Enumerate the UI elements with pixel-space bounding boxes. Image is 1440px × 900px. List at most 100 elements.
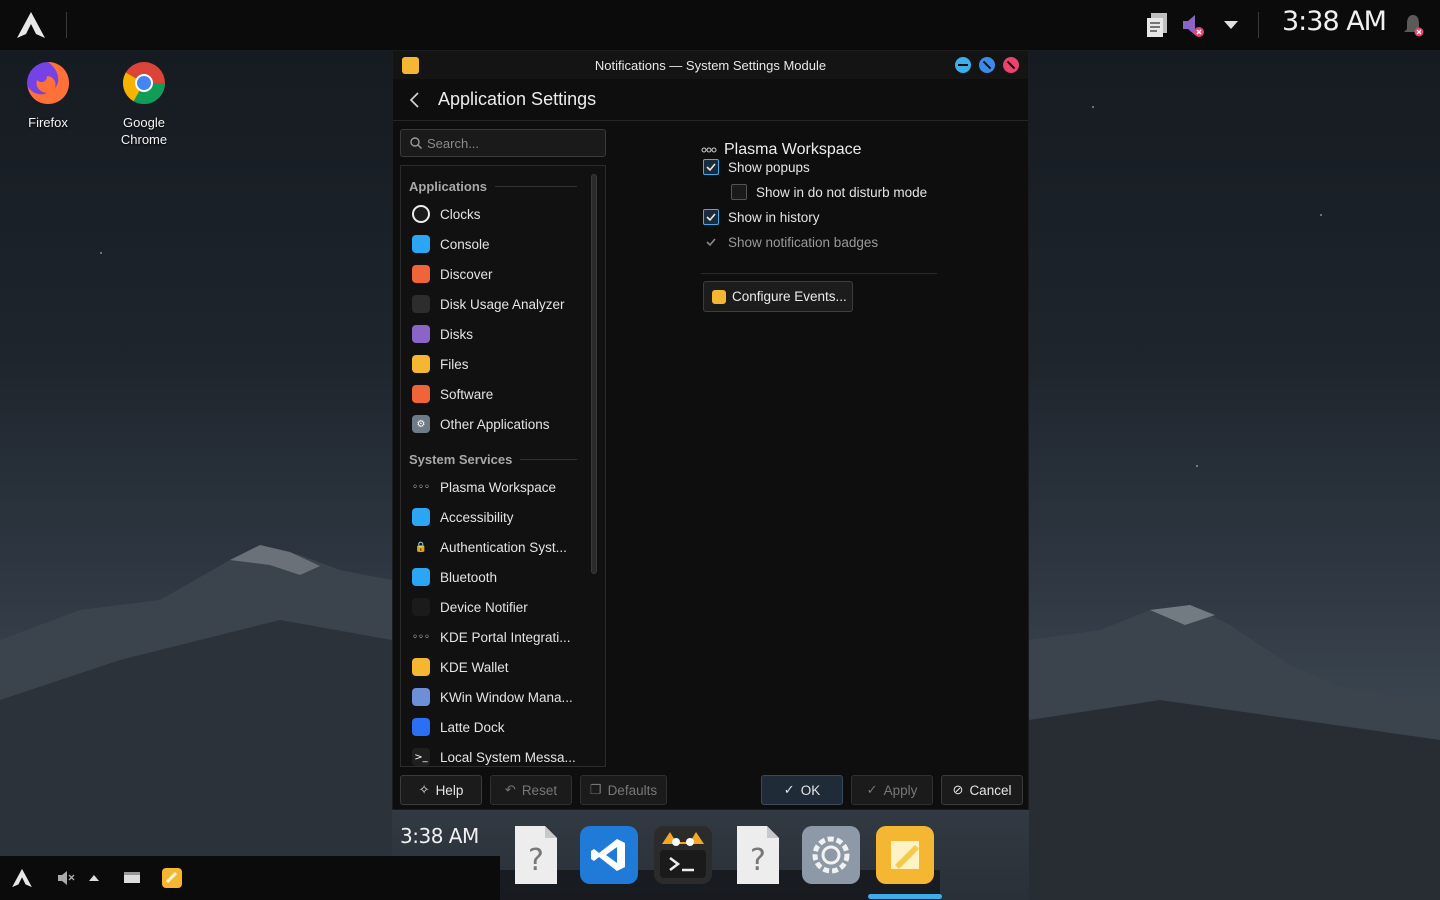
check-icon: ✓ — [783, 782, 795, 797]
software-icon — [412, 385, 430, 403]
sidebar-item-console[interactable]: Console — [401, 229, 583, 259]
panel-separator — [1258, 12, 1259, 38]
sidebar-item-discover[interactable]: Discover — [401, 259, 583, 289]
kwin-icon — [412, 688, 430, 706]
sidebar-item-other-applications[interactable]: ⚙ Other Applications — [401, 409, 583, 439]
vscode-icon — [591, 839, 625, 871]
help-button[interactable]: ✧ Help — [400, 775, 482, 805]
sidebar-item-latte-dock[interactable]: Latte Dock — [401, 712, 583, 742]
checkbox[interactable] — [731, 184, 747, 200]
dock-item-notes[interactable] — [876, 826, 934, 884]
notifications-settings-window: Notifications — System Settings Module A… — [392, 50, 1029, 810]
reset-button[interactable]: ↶ Reset — [490, 775, 572, 805]
option-show-in-do-not-disturb-mode[interactable]: Show in do not disturb mode — [731, 184, 927, 200]
lock-icon: 🔒 — [414, 541, 428, 553]
dock-clock[interactable]: 3:38 AM — [400, 824, 479, 848]
options-divider — [701, 273, 937, 274]
disks-icon — [412, 325, 430, 343]
panel-separator — [66, 12, 67, 38]
list-scrollbar[interactable] — [591, 174, 597, 574]
sidebar-item-clocks[interactable]: Clocks — [401, 199, 583, 229]
unknown-file-icon: ? — [737, 826, 779, 884]
search-box[interactable] — [400, 129, 606, 157]
sidebar-item-authentication-syst[interactable]: 🔒 Authentication Syst... — [401, 532, 583, 562]
back-button[interactable] — [403, 88, 427, 112]
desktop-icon-label: Firefox — [28, 115, 68, 130]
checkbox — [703, 234, 719, 250]
arch-logo-icon[interactable] — [14, 10, 48, 40]
terminal-icon: >_ — [412, 748, 430, 766]
dock-item-system-settings[interactable] — [802, 826, 860, 884]
dots-icon — [701, 147, 717, 153]
dots-icon: ◦◦◦ — [412, 481, 430, 493]
page-title: Application Settings — [438, 89, 597, 109]
chevron-up-icon[interactable] — [82, 866, 106, 890]
terminal-cat-icon — [660, 832, 706, 878]
desktop-icon-firefox[interactable]: Firefox — [3, 60, 93, 131]
discover-icon — [412, 265, 430, 283]
sidebar-item-bluetooth[interactable]: Bluetooth — [401, 562, 583, 592]
console-icon — [412, 235, 430, 253]
notification-bell-icon[interactable] — [1398, 10, 1428, 40]
notes-icon — [712, 289, 726, 304]
notes-icon[interactable] — [160, 866, 184, 890]
sidebar-item-local-system-messa[interactable]: >_ Local System Messa... — [401, 742, 583, 766]
sidebar-item-device-notifier[interactable]: Device Notifier — [401, 592, 583, 622]
check-icon: ✓ — [866, 782, 878, 797]
sidebar-item-kde-wallet[interactable]: KDE Wallet — [401, 652, 583, 682]
dock-item-unknown-file[interactable]: ? — [506, 826, 564, 884]
close-button[interactable] — [1003, 57, 1019, 73]
device-notifier-icon — [412, 598, 430, 616]
plasma-workspace-heading: Plasma Workspace — [701, 141, 862, 159]
sidebar-item-accessibility[interactable]: Accessibility — [401, 502, 583, 532]
sidebar-item-files[interactable]: Files — [401, 349, 583, 379]
star — [1092, 106, 1094, 108]
system-settings-icon — [812, 836, 850, 874]
dots-icon: ◦◦◦ — [412, 631, 430, 643]
volume-muted-icon[interactable] — [1178, 10, 1208, 40]
dock-item-unknown-file[interactable]: ? — [728, 826, 786, 884]
volume-muted-icon[interactable] — [54, 866, 78, 890]
chevron-down-icon[interactable] — [1216, 10, 1246, 40]
minimize-button[interactable] — [955, 57, 971, 73]
ok-button[interactable]: ✓ OK — [761, 775, 843, 805]
apply-button[interactable]: ✓ Apply — [851, 775, 933, 805]
window-titlebar[interactable]: Notifications — System Settings Module — [393, 51, 1028, 79]
star — [1196, 465, 1198, 467]
notes-icon — [891, 841, 919, 869]
chrome-icon — [122, 62, 165, 105]
sidebar-item-disk-usage-analyzer[interactable]: Disk Usage Analyzer — [401, 289, 583, 319]
sidebar-item-disks[interactable]: Disks — [401, 319, 583, 349]
svg-text:?: ? — [528, 843, 544, 878]
option-show-in-history[interactable]: Show in history — [703, 209, 820, 225]
configure-events-button[interactable]: Configure Events... — [703, 281, 853, 312]
top-clock[interactable]: 3:38 AM — [1282, 6, 1387, 37]
dock-item-terminal[interactable] — [654, 826, 712, 884]
unknown-file-icon: ? — [515, 826, 557, 884]
help-icon: ✧ — [418, 782, 430, 797]
sidebar-item-kwin-window-mana[interactable]: KWin Window Mana... — [401, 682, 583, 712]
checkbox[interactable] — [703, 209, 719, 225]
wallet-icon — [412, 658, 430, 676]
disk-usage-icon — [412, 295, 430, 313]
application-list: Applications Clocks Console Discover Disk U… — [400, 165, 606, 767]
firefox-icon — [27, 62, 69, 104]
sidebar-item-kde-portal-integrati[interactable]: ◦◦◦ KDE Portal Integrati... — [401, 622, 583, 652]
sidebar-item-software[interactable]: Software — [401, 379, 583, 409]
option-show-popups[interactable]: Show popups — [703, 159, 810, 175]
desktop-icon-chrome[interactable]: Google Chrome — [99, 60, 189, 148]
clipboard-icon[interactable] — [1142, 10, 1172, 40]
cancel-button[interactable]: ⊘ Cancel — [941, 775, 1023, 805]
checkbox[interactable] — [703, 159, 719, 175]
show-desktop-icon[interactable] — [120, 866, 144, 890]
dock-item-vscode[interactable] — [580, 826, 638, 884]
arch-logo-icon[interactable] — [10, 866, 34, 890]
option-show-notification-badges: Show notification badges — [703, 234, 878, 250]
sidebar-item-plasma-workspace[interactable]: ◦◦◦ Plasma Workspace — [401, 472, 583, 502]
app-icon — [402, 57, 419, 74]
search-input[interactable] — [427, 135, 597, 151]
maximize-button[interactable] — [979, 57, 995, 73]
defaults-button[interactable]: ❐ Defaults — [580, 775, 667, 805]
star — [1320, 214, 1322, 216]
files-icon — [412, 355, 430, 373]
